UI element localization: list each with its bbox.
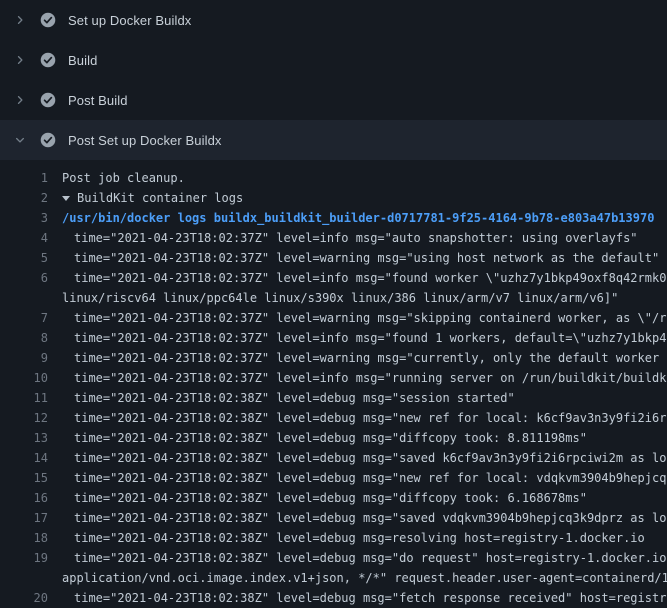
log-line: 14 time="2021-04-23T18:02:38Z" level=deb… <box>0 448 667 468</box>
log-line: 18 time="2021-04-23T18:02:38Z" level=deb… <box>0 528 667 548</box>
log-text: linux/riscv64 linux/ppc64le linux/s390x … <box>62 288 618 308</box>
line-number[interactable]: 9 <box>0 348 48 368</box>
log-text: time="2021-04-23T18:02:37Z" level=info m… <box>74 268 667 288</box>
log-line[interactable]: 2 BuildKit container logs <box>0 188 667 208</box>
line-number[interactable]: 8 <box>0 328 48 348</box>
step-row[interactable]: Post Build <box>0 80 667 120</box>
step-label: Set up Docker Buildx <box>68 13 191 28</box>
log-line: 10 time="2021-04-23T18:02:37Z" level=inf… <box>0 368 667 388</box>
line-number[interactable]: 15 <box>0 468 48 488</box>
log-line: 4 time="2021-04-23T18:02:37Z" level=info… <box>0 228 667 248</box>
log-text: /usr/bin/docker logs buildx_buildkit_bui… <box>62 208 654 228</box>
steps-list: Set up Docker Buildx Build Post Build Po… <box>0 0 667 160</box>
caret-down-icon <box>62 196 70 201</box>
line-number[interactable]: 10 <box>0 368 48 388</box>
line-number[interactable]: 11 <box>0 388 48 408</box>
line-number[interactable]: 17 <box>0 508 48 528</box>
log-text: time="2021-04-23T18:02:37Z" level=info m… <box>74 228 638 248</box>
log-line: 16 time="2021-04-23T18:02:38Z" level=deb… <box>0 488 667 508</box>
log-text: time="2021-04-23T18:02:37Z" level=warnin… <box>74 348 667 368</box>
log-line: 19 time="2021-04-23T18:02:38Z" level=deb… <box>0 548 667 568</box>
log-text: time="2021-04-23T18:02:38Z" level=debug … <box>74 508 667 528</box>
step-label: Post Set up Docker Buildx <box>68 133 222 148</box>
chevron-right-icon <box>12 52 28 68</box>
log-text: Post job cleanup. <box>62 168 185 188</box>
log-text: time="2021-04-23T18:02:38Z" level=debug … <box>74 548 667 568</box>
log-line: 9 time="2021-04-23T18:02:37Z" level=warn… <box>0 348 667 368</box>
log-line: 11 time="2021-04-23T18:02:38Z" level=deb… <box>0 388 667 408</box>
log-line: 17 time="2021-04-23T18:02:38Z" level=deb… <box>0 508 667 528</box>
log-text: time="2021-04-23T18:02:38Z" level=debug … <box>74 388 515 408</box>
step-row[interactable]: Build <box>0 40 667 80</box>
line-number[interactable] <box>0 288 48 308</box>
line-number[interactable]: 16 <box>0 488 48 508</box>
log-text: time="2021-04-23T18:02:38Z" level=debug … <box>74 468 667 488</box>
log-line: 12 time="2021-04-23T18:02:38Z" level=deb… <box>0 408 667 428</box>
line-number[interactable]: 13 <box>0 428 48 448</box>
step-row[interactable]: Post Set up Docker Buildx <box>0 120 667 160</box>
line-number[interactable]: 18 <box>0 528 48 548</box>
log-text: time="2021-04-23T18:02:38Z" level=debug … <box>74 428 587 448</box>
log-line: linux/riscv64 linux/ppc64le linux/s390x … <box>0 288 667 308</box>
line-number[interactable]: 20 <box>0 588 48 608</box>
log-area: 1 Post job cleanup. 2 BuildKit container… <box>0 160 667 608</box>
line-number[interactable]: 1 <box>0 168 48 188</box>
step-label: Post Build <box>68 93 128 108</box>
log-line: 6 time="2021-04-23T18:02:37Z" level=info… <box>0 268 667 288</box>
line-number[interactable]: 19 <box>0 548 48 568</box>
log-text: application/vnd.oci.image.index.v1+json,… <box>62 568 667 588</box>
log-line: 13 time="2021-04-23T18:02:38Z" level=deb… <box>0 428 667 448</box>
chevron-right-icon <box>12 12 28 28</box>
log-line: 8 time="2021-04-23T18:02:37Z" level=info… <box>0 328 667 348</box>
line-number[interactable]: 4 <box>0 228 48 248</box>
log-text: time="2021-04-23T18:02:37Z" level=info m… <box>74 328 667 348</box>
log-line: 5 time="2021-04-23T18:02:37Z" level=warn… <box>0 248 667 268</box>
line-number[interactable]: 14 <box>0 448 48 468</box>
line-number[interactable] <box>0 568 48 588</box>
line-number[interactable]: 2 <box>0 188 48 208</box>
log-text: time="2021-04-23T18:02:38Z" level=debug … <box>74 588 667 608</box>
line-number[interactable]: 3 <box>0 208 48 228</box>
check-circle-success-icon <box>40 52 56 68</box>
log-text: time="2021-04-23T18:02:37Z" level=warnin… <box>74 308 667 328</box>
log-text: time="2021-04-23T18:02:38Z" level=debug … <box>74 408 667 428</box>
chevron-right-icon <box>12 92 28 108</box>
line-number[interactable]: 6 <box>0 268 48 288</box>
log-line: application/vnd.oci.image.index.v1+json,… <box>0 568 667 588</box>
check-circle-success-icon <box>40 132 56 148</box>
log-line: 20 time="2021-04-23T18:02:38Z" level=deb… <box>0 588 667 608</box>
check-circle-success-icon <box>40 12 56 28</box>
log-line: 15 time="2021-04-23T18:02:38Z" level=deb… <box>0 468 667 488</box>
log-text: time="2021-04-23T18:02:38Z" level=debug … <box>74 528 645 548</box>
step-label: Build <box>68 53 97 68</box>
log-text: time="2021-04-23T18:02:38Z" level=debug … <box>74 488 587 508</box>
line-number[interactable]: 12 <box>0 408 48 428</box>
line-number[interactable]: 5 <box>0 248 48 268</box>
step-row[interactable]: Set up Docker Buildx <box>0 0 667 40</box>
log-text: time="2021-04-23T18:02:38Z" level=debug … <box>74 448 667 468</box>
log-text: time="2021-04-23T18:02:37Z" level=info m… <box>74 368 667 388</box>
check-circle-success-icon <box>40 92 56 108</box>
log-line: 7 time="2021-04-23T18:02:37Z" level=warn… <box>0 308 667 328</box>
log-text: BuildKit container logs <box>77 188 243 208</box>
log-line: 3 /usr/bin/docker logs buildx_buildkit_b… <box>0 208 667 228</box>
chevron-down-icon <box>12 132 28 148</box>
log-lines: 1 Post job cleanup. 2 BuildKit container… <box>0 168 667 608</box>
log-line: 1 Post job cleanup. <box>0 168 667 188</box>
line-number[interactable]: 7 <box>0 308 48 328</box>
log-text: time="2021-04-23T18:02:37Z" level=warnin… <box>74 248 659 268</box>
